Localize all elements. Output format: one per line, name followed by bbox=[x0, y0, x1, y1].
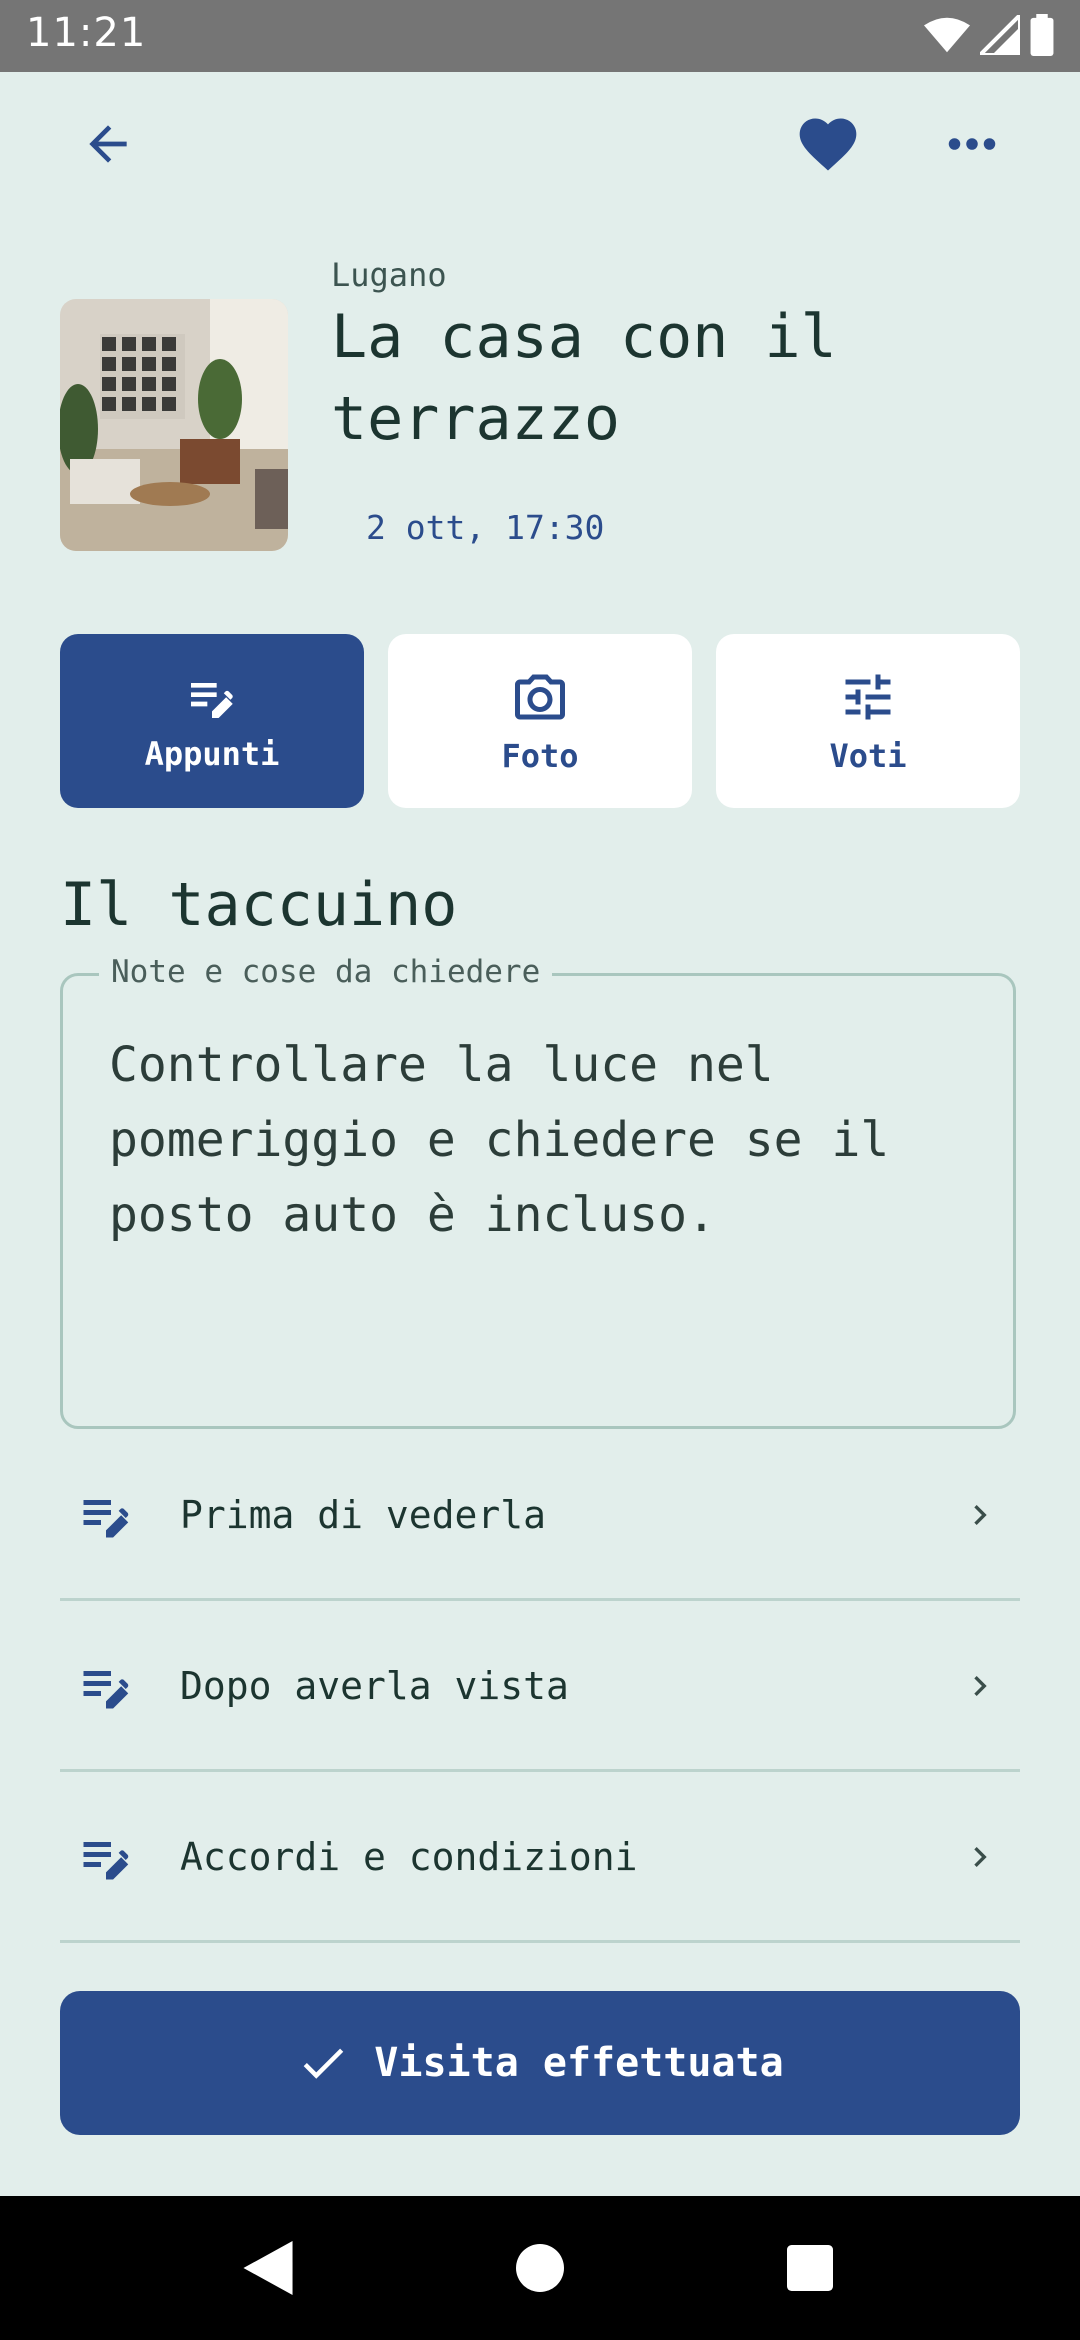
nav-back-icon bbox=[243, 2241, 293, 2295]
check-icon bbox=[303, 2048, 344, 2079]
chevron-right-icon bbox=[974, 1504, 987, 1525]
nav-home-button[interactable] bbox=[490, 2218, 590, 2318]
wifi-icon bbox=[924, 17, 970, 53]
status-time: 11:21 bbox=[26, 10, 147, 56]
heart-icon bbox=[799, 118, 857, 171]
edit-note-icon bbox=[191, 683, 233, 718]
chevron-right-icon bbox=[974, 1675, 987, 1696]
more-options-button[interactable] bbox=[924, 96, 1020, 192]
visit-date: 2 ott, 17:30 bbox=[366, 508, 605, 547]
list-item-label: Accordi e condizioni bbox=[180, 1834, 638, 1879]
edit-note-icon bbox=[83, 1670, 129, 1708]
visit-done-button[interactable]: Visita effettuata bbox=[60, 1991, 1020, 2135]
status-icons bbox=[924, 14, 1054, 56]
notes-field-value[interactable]: Controllare la luce nel pomeriggio e chi… bbox=[109, 1028, 973, 1253]
notes-field-label: Note e cose da chiedere bbox=[99, 954, 553, 990]
list-item-accordi-e-condizioni[interactable]: Accordi e condizioni bbox=[60, 1773, 1020, 1943]
nav-back-button[interactable] bbox=[218, 2218, 318, 2318]
signal-icon bbox=[980, 15, 1020, 55]
property-photo[interactable] bbox=[60, 299, 288, 551]
top-app-bar bbox=[0, 72, 1080, 216]
arrow-back-icon bbox=[89, 125, 127, 163]
notes-field[interactable]: Note e cose da chiedere Controllare la l… bbox=[60, 954, 1016, 1429]
list-item-label: Dopo averla vista bbox=[180, 1663, 569, 1708]
tune-icon bbox=[845, 674, 891, 720]
more-horiz-icon bbox=[948, 138, 996, 150]
edit-note-icon bbox=[83, 1841, 129, 1879]
favorite-button[interactable] bbox=[780, 96, 876, 192]
edit-note-icon bbox=[83, 1499, 129, 1537]
chevron-right-icon bbox=[974, 1846, 987, 1867]
nav-recents-button[interactable] bbox=[760, 2218, 860, 2318]
battery-icon bbox=[1030, 14, 1054, 56]
back-button[interactable] bbox=[60, 96, 156, 192]
tab-voti[interactable]: Voti bbox=[716, 634, 1020, 808]
list-item-prima-di-vederla[interactable]: Prima di vederla bbox=[60, 1431, 1020, 1601]
list-item-dopo-averla-vista[interactable]: Dopo averla vista bbox=[60, 1602, 1020, 1772]
visit-done-label: Visita effettuata bbox=[374, 2040, 784, 2086]
property-city: Lugano bbox=[331, 256, 447, 294]
property-title: La casa con il terrazzo bbox=[331, 302, 837, 454]
tab-label: Appunti bbox=[144, 735, 280, 773]
notebook-title: Il taccuino bbox=[60, 870, 458, 940]
status-bar: 11:21 bbox=[0, 0, 1080, 72]
nav-recents-icon bbox=[787, 2245, 833, 2291]
tab-appunti[interactable]: Appunti bbox=[60, 634, 364, 808]
system-nav-bar bbox=[0, 2196, 1080, 2340]
nav-home-icon bbox=[516, 2244, 564, 2292]
tab-foto[interactable]: Foto bbox=[388, 634, 692, 808]
tab-label: Foto bbox=[501, 737, 579, 775]
tab-label: Voti bbox=[829, 737, 907, 775]
list-item-label: Prima di vederla bbox=[180, 1492, 547, 1537]
camera-icon bbox=[515, 674, 565, 720]
